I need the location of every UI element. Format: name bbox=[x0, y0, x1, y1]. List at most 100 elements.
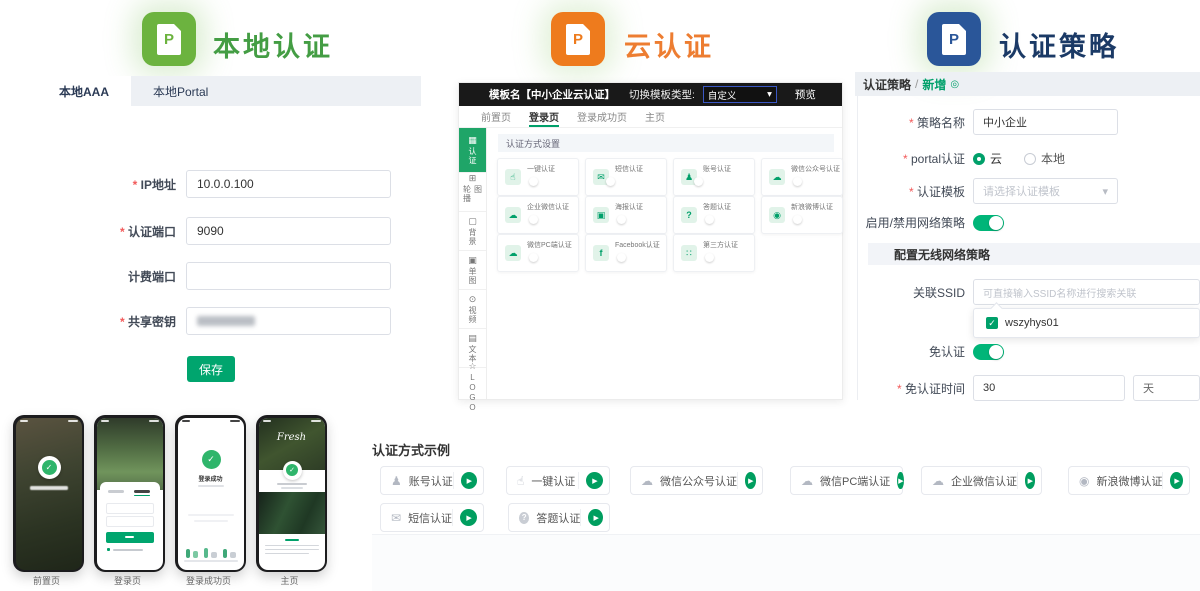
tab-login-success-page[interactable]: 登录成功页 bbox=[577, 106, 627, 127]
tab-home-page[interactable]: 主页 bbox=[645, 106, 665, 127]
sidebar-label: 单图 bbox=[467, 267, 478, 285]
local-auth-icon: P bbox=[142, 12, 196, 66]
template-name: 模板名【中小企业云认证】 bbox=[489, 87, 615, 102]
select-placeholder: 请选择认证模板 bbox=[983, 183, 1060, 199]
sidebar-item-auth[interactable]: 认证 bbox=[459, 128, 486, 173]
play-button[interactable] bbox=[460, 509, 477, 526]
example-account-auth[interactable]: 账号认证 bbox=[380, 466, 484, 495]
policy-name-label: 策略名称 bbox=[853, 114, 973, 131]
check-icon: ✓ bbox=[42, 460, 57, 475]
example-wechat-pc-auth[interactable]: 微信PC端认证 bbox=[790, 466, 903, 495]
sidebar-item-logo[interactable]: LOGO bbox=[459, 368, 486, 406]
radio-local[interactable] bbox=[1024, 153, 1036, 165]
illustration-cart bbox=[193, 551, 198, 558]
method-card: 第三方认证 bbox=[673, 234, 755, 272]
play-button[interactable] bbox=[1170, 472, 1183, 489]
bottom-background-band bbox=[372, 534, 1200, 591]
weibo-icon bbox=[769, 207, 785, 223]
method-card: 海报认证 bbox=[585, 196, 667, 234]
sidebar-item-single-image[interactable]: 单图 bbox=[459, 251, 486, 290]
enable-policy-toggle[interactable] bbox=[973, 215, 1004, 231]
switch-type-label: 切换模板类型: bbox=[629, 87, 695, 102]
tab-label: 本地Portal bbox=[153, 83, 208, 100]
store-photo bbox=[97, 418, 163, 490]
free-auth-toggle[interactable] bbox=[973, 344, 1004, 360]
method-card: 一键认证 bbox=[497, 158, 579, 196]
example-wecom-auth[interactable]: 企业微信认证 bbox=[921, 466, 1042, 495]
ssid-input[interactable]: 可直接输入SSID名称进行搜索关联 bbox=[973, 279, 1200, 305]
example-oneclick-auth[interactable]: 一键认证 bbox=[506, 466, 610, 495]
login-tab-sms[interactable] bbox=[108, 490, 124, 493]
login-tab-account[interactable] bbox=[134, 490, 150, 493]
tab-login-page[interactable]: 登录页 bbox=[529, 106, 559, 127]
free-auth-time-value: 30 bbox=[983, 382, 995, 394]
time-unit-select[interactable]: 天 bbox=[1133, 375, 1200, 401]
save-button[interactable]: 保存 bbox=[187, 356, 235, 382]
ssid-dropdown-option[interactable]: ✓ wszyhys01 bbox=[973, 308, 1200, 338]
play-button[interactable] bbox=[1025, 472, 1035, 489]
divider bbox=[452, 509, 453, 526]
shared-key-input[interactable] bbox=[186, 307, 391, 335]
phone-screen: ✓ 登录成功 bbox=[178, 418, 244, 570]
password-field[interactable] bbox=[106, 516, 154, 527]
ip-input[interactable]: 10.0.0.100 bbox=[186, 170, 391, 198]
ground-line bbox=[184, 560, 238, 562]
sidebar-item-background[interactable]: 背景 bbox=[459, 212, 486, 251]
tab-label: 主页 bbox=[645, 109, 665, 124]
ip-label: IP地址 bbox=[28, 176, 186, 193]
example-wechat-official-auth[interactable]: 微信公众号认证 bbox=[630, 466, 763, 495]
time-unit-value: 天 bbox=[1143, 380, 1154, 396]
checkbox-checked-icon[interactable]: ✓ bbox=[986, 317, 998, 329]
radio-cloud[interactable] bbox=[973, 153, 985, 165]
wechat-icon bbox=[769, 169, 785, 185]
ssid-option-label: wszyhys01 bbox=[1005, 317, 1059, 329]
policy-name-input[interactable]: 中小企业 bbox=[973, 109, 1118, 135]
tab-pre-page[interactable]: 前置页 bbox=[481, 106, 511, 127]
sidebar-item-carousel[interactable]: 轮播图 bbox=[459, 173, 486, 212]
redacted-value bbox=[197, 316, 255, 326]
preview-button[interactable]: 预览 bbox=[795, 87, 816, 102]
third-party-icon bbox=[681, 245, 697, 261]
store-aisle-photo bbox=[259, 492, 325, 534]
enable-policy-row: 启用/禁用网络策略 bbox=[853, 214, 1004, 231]
wecom-icon bbox=[932, 474, 944, 488]
method-card: Facebook认证 bbox=[585, 234, 667, 272]
billing-port-input[interactable] bbox=[186, 262, 391, 290]
card-text-line bbox=[265, 545, 319, 547]
agree-checkbox[interactable] bbox=[107, 548, 111, 552]
free-auth-time-input[interactable]: 30 bbox=[973, 375, 1125, 401]
example-label: 企业微信认证 bbox=[951, 473, 1017, 489]
radio-local-label[interactable]: 本地 bbox=[1041, 150, 1065, 167]
local-auth-title: 本地认证 bbox=[213, 25, 333, 64]
radio-cloud-label[interactable]: 云 bbox=[990, 150, 1002, 167]
page: P 本地认证 本地AAA 本地Portal IP地址 10.0.0.100 认证… bbox=[0, 0, 1200, 591]
example-sms-auth[interactable]: 短信认证 bbox=[380, 503, 484, 532]
illustration-figure bbox=[204, 548, 208, 558]
breadcrumb-root[interactable]: 认证策略 bbox=[863, 76, 911, 93]
auth-policy-title: 认证策略 bbox=[999, 25, 1119, 64]
chevron-down-icon: ▾ bbox=[1102, 185, 1108, 198]
method-label: 短信认证 bbox=[615, 164, 643, 174]
auth-template-select[interactable]: 请选择认证模板 ▾ bbox=[973, 178, 1118, 204]
sidebar-item-video[interactable]: 视频 bbox=[459, 290, 486, 329]
phone-screen bbox=[97, 418, 163, 570]
play-button[interactable] bbox=[588, 509, 603, 526]
auth-port-input[interactable]: 9090 bbox=[186, 217, 391, 245]
method-label: 企业微信认证 bbox=[527, 202, 569, 212]
play-button[interactable] bbox=[586, 472, 603, 489]
example-label: 短信认证 bbox=[408, 510, 452, 526]
play-button[interactable] bbox=[897, 472, 903, 489]
play-button[interactable] bbox=[745, 472, 756, 489]
form-row-auth-port: 认证端口 9090 bbox=[28, 217, 391, 245]
username-field[interactable] bbox=[106, 503, 154, 514]
example-label: 新浪微博认证 bbox=[1096, 473, 1162, 489]
tab-local-portal[interactable]: 本地Portal bbox=[131, 76, 230, 106]
tab-local-aaa[interactable]: 本地AAA bbox=[37, 76, 131, 106]
phone-screen: ✓ bbox=[16, 418, 82, 570]
login-button[interactable] bbox=[106, 532, 154, 543]
example-weibo-auth[interactable]: 新浪微博认证 bbox=[1068, 466, 1190, 495]
ssid-label: 关联SSID bbox=[853, 284, 973, 301]
play-button[interactable] bbox=[461, 472, 477, 489]
example-quiz-auth[interactable]: 答题认证 bbox=[508, 503, 610, 532]
template-type-select[interactable]: 自定义 ▾ bbox=[703, 86, 777, 103]
